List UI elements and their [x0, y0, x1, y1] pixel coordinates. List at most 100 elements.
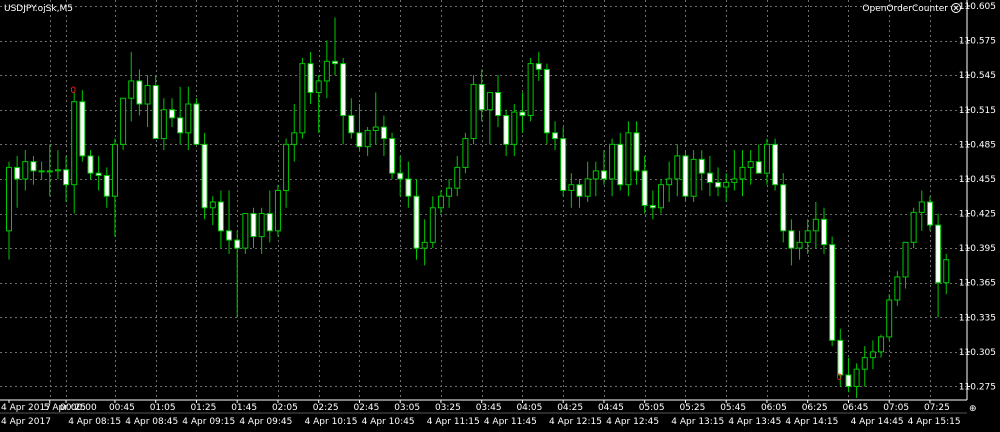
- candle-body: [763, 143, 770, 174]
- candle-body: [527, 63, 534, 117]
- candle-body: [405, 178, 412, 197]
- time-tick-label-lower: 4 Apr 14:45: [851, 417, 904, 427]
- candle: [120, 97, 127, 151]
- time-tick-label-lower: 4 Apr 12:15: [549, 417, 602, 427]
- candle-body: [625, 132, 632, 186]
- time-tick-label: 03:05: [394, 403, 420, 413]
- time-tick-label: 01:45: [231, 403, 257, 413]
- scroll-anchor-icon[interactable]: ⊕: [969, 404, 977, 414]
- candle: [201, 132, 208, 220]
- price-tick-label: 110.425: [959, 210, 996, 220]
- candle-body: [796, 241, 803, 249]
- time-tick-label: 04:05: [516, 403, 542, 413]
- candle-body: [935, 224, 942, 284]
- candle: [886, 294, 893, 341]
- candle-body: [315, 80, 322, 93]
- candle: [470, 75, 477, 145]
- candle-body: [723, 181, 730, 188]
- candle: [462, 132, 469, 174]
- time-tick-label-lower: 4 Apr 11:45: [484, 417, 537, 427]
- candle-body: [226, 230, 233, 241]
- time-tick-label-lower: 4 Apr 10:45: [362, 417, 415, 427]
- candle-body: [299, 63, 306, 134]
- candle-body: [902, 241, 909, 278]
- candle-body: [71, 101, 78, 186]
- time-tick-label: 05:05: [639, 403, 665, 413]
- candle-body: [38, 170, 45, 173]
- candle-body: [209, 201, 216, 209]
- candle-body: [821, 218, 827, 246]
- candle-body: [470, 83, 477, 140]
- candle-body: [837, 339, 844, 376]
- time-tick-label-lower: 4 Apr 12:45: [606, 417, 659, 427]
- candle-body: [649, 204, 656, 209]
- candle-body: [397, 172, 404, 180]
- price-tick-label: 110.515: [959, 106, 996, 116]
- candle-body: [641, 170, 648, 206]
- candle-body: [95, 172, 102, 176]
- candle-body: [690, 158, 697, 197]
- time-tick-label: 01:05: [150, 403, 176, 413]
- candle-body: [853, 368, 860, 387]
- candle-body: [910, 211, 917, 243]
- price-tick-label: 110.275: [959, 382, 996, 392]
- candle-body: [600, 170, 607, 180]
- candle: [682, 150, 689, 202]
- candle-body: [372, 126, 379, 132]
- price-chart[interactable]: 0 0 110.605 110.575 110.545 110.515 110.485 11…: [0, 0, 1000, 428]
- candle: [242, 213, 249, 254]
- candle-body: [658, 184, 664, 209]
- candle-body: [682, 155, 689, 197]
- candle-body: [144, 85, 151, 105]
- price-tick-label: 110.365: [959, 279, 996, 289]
- candle-body: [894, 276, 901, 301]
- time-tick-label: 00:45: [109, 403, 135, 413]
- candle-body: [878, 336, 885, 353]
- candle-body: [364, 130, 371, 148]
- candle-body: [829, 244, 836, 341]
- candle: [772, 138, 779, 191]
- candle-body: [503, 115, 510, 145]
- time-tick-label: 06:45: [842, 403, 868, 413]
- candle-body: [193, 103, 200, 145]
- time-tick-label: 02:45: [353, 403, 379, 413]
- candle-body: [177, 117, 184, 134]
- candlestick-chart[interactable]: 0 0 110.605 110.575 110.545 110.515 110.485 11…: [0, 0, 1000, 428]
- candle-body: [356, 132, 363, 148]
- price-tick-label: 110.545: [959, 71, 996, 81]
- candle-body: [576, 184, 583, 197]
- order-marker: 0: [836, 373, 842, 383]
- candle: [910, 207, 917, 249]
- candle-body: [674, 155, 681, 180]
- price-tick-label: 110.395: [959, 244, 996, 254]
- candle-body: [242, 213, 249, 249]
- candle-body: [617, 143, 624, 186]
- time-tick-label: 06:05: [761, 403, 787, 413]
- candle-body: [633, 132, 640, 172]
- candle-body: [535, 63, 542, 70]
- candle-body: [250, 213, 257, 238]
- candle-body: [160, 109, 167, 140]
- time-tick-label: 05:25: [679, 403, 705, 413]
- candle-body: [307, 63, 314, 93]
- candle-body: [413, 195, 420, 249]
- candle-body: [111, 143, 118, 197]
- time-tick-label: 03:25: [435, 403, 461, 413]
- candle-body: [14, 166, 21, 180]
- candle-body: [30, 161, 37, 172]
- time-tick-label-lower: 4 Apr 09:15: [182, 417, 235, 427]
- candle: [543, 63, 550, 145]
- time-tick-label: 02:25: [313, 403, 339, 413]
- time-tick-label: 07:25: [924, 403, 950, 413]
- candle-body: [560, 138, 567, 191]
- order-marker: 0: [70, 86, 76, 96]
- candle-body: [592, 170, 599, 180]
- time-tick-label-lower: 4 Apr 14:15: [785, 417, 838, 427]
- candle-body: [201, 143, 208, 209]
- candle-body: [348, 115, 355, 134]
- candle-body: [609, 143, 616, 180]
- candle-body: [169, 109, 175, 119]
- time-tick-label: 00:25: [60, 403, 86, 413]
- candle-body: [918, 201, 925, 213]
- candle-body: [861, 357, 868, 370]
